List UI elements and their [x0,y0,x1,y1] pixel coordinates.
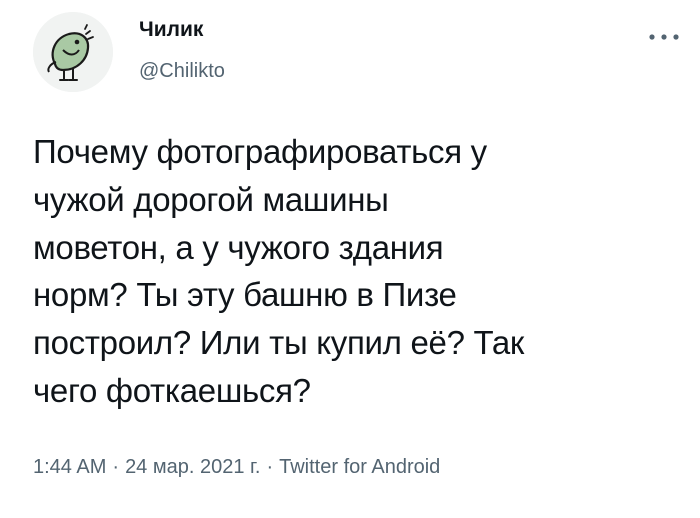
author-handle[interactable]: @Chilikto [139,58,225,84]
meta-separator: · [266,456,274,478]
author-names: Чилик @Chilikto [139,16,225,84]
tweet-source-link[interactable]: Twitter for Android [279,456,440,478]
tweet-date[interactable]: 24 мар. 2021 г. [125,456,260,478]
tweet-text-line: Почему фотографироваться у [33,133,487,170]
tweet-text-line: норм? Ты эту башню в Пизе [33,276,457,314]
more-options-icon [649,34,679,40]
tweet-time[interactable]: 1:44 AM [33,456,106,478]
tweet-meta: 1:44 AM · 24 мар. 2021 г. · Twitter for Andr… [33,454,440,480]
tweet-text-line: построил? Или ты купил её? Так [33,324,525,362]
bird-avatar-icon [33,12,113,92]
author-display-name[interactable]: Чилик [139,16,225,44]
tweet-text-line: моветон, а у чужого здания [33,228,444,266]
avatar[interactable] [33,12,113,92]
tweet-text-line: чужой дорогой машины [33,180,389,218]
tweet-card: Чилик @Chilikto Почему фотографироваться… [0,0,700,518]
more-options-button[interactable] [647,30,681,44]
tweet-text: Почему фотографироваться у чужой дорогой… [33,128,673,415]
tweet-text-line: чего фоткаешься? [33,371,311,409]
meta-separator: · [112,456,120,478]
tweet-header: Чилик @Chilikto [33,12,683,92]
